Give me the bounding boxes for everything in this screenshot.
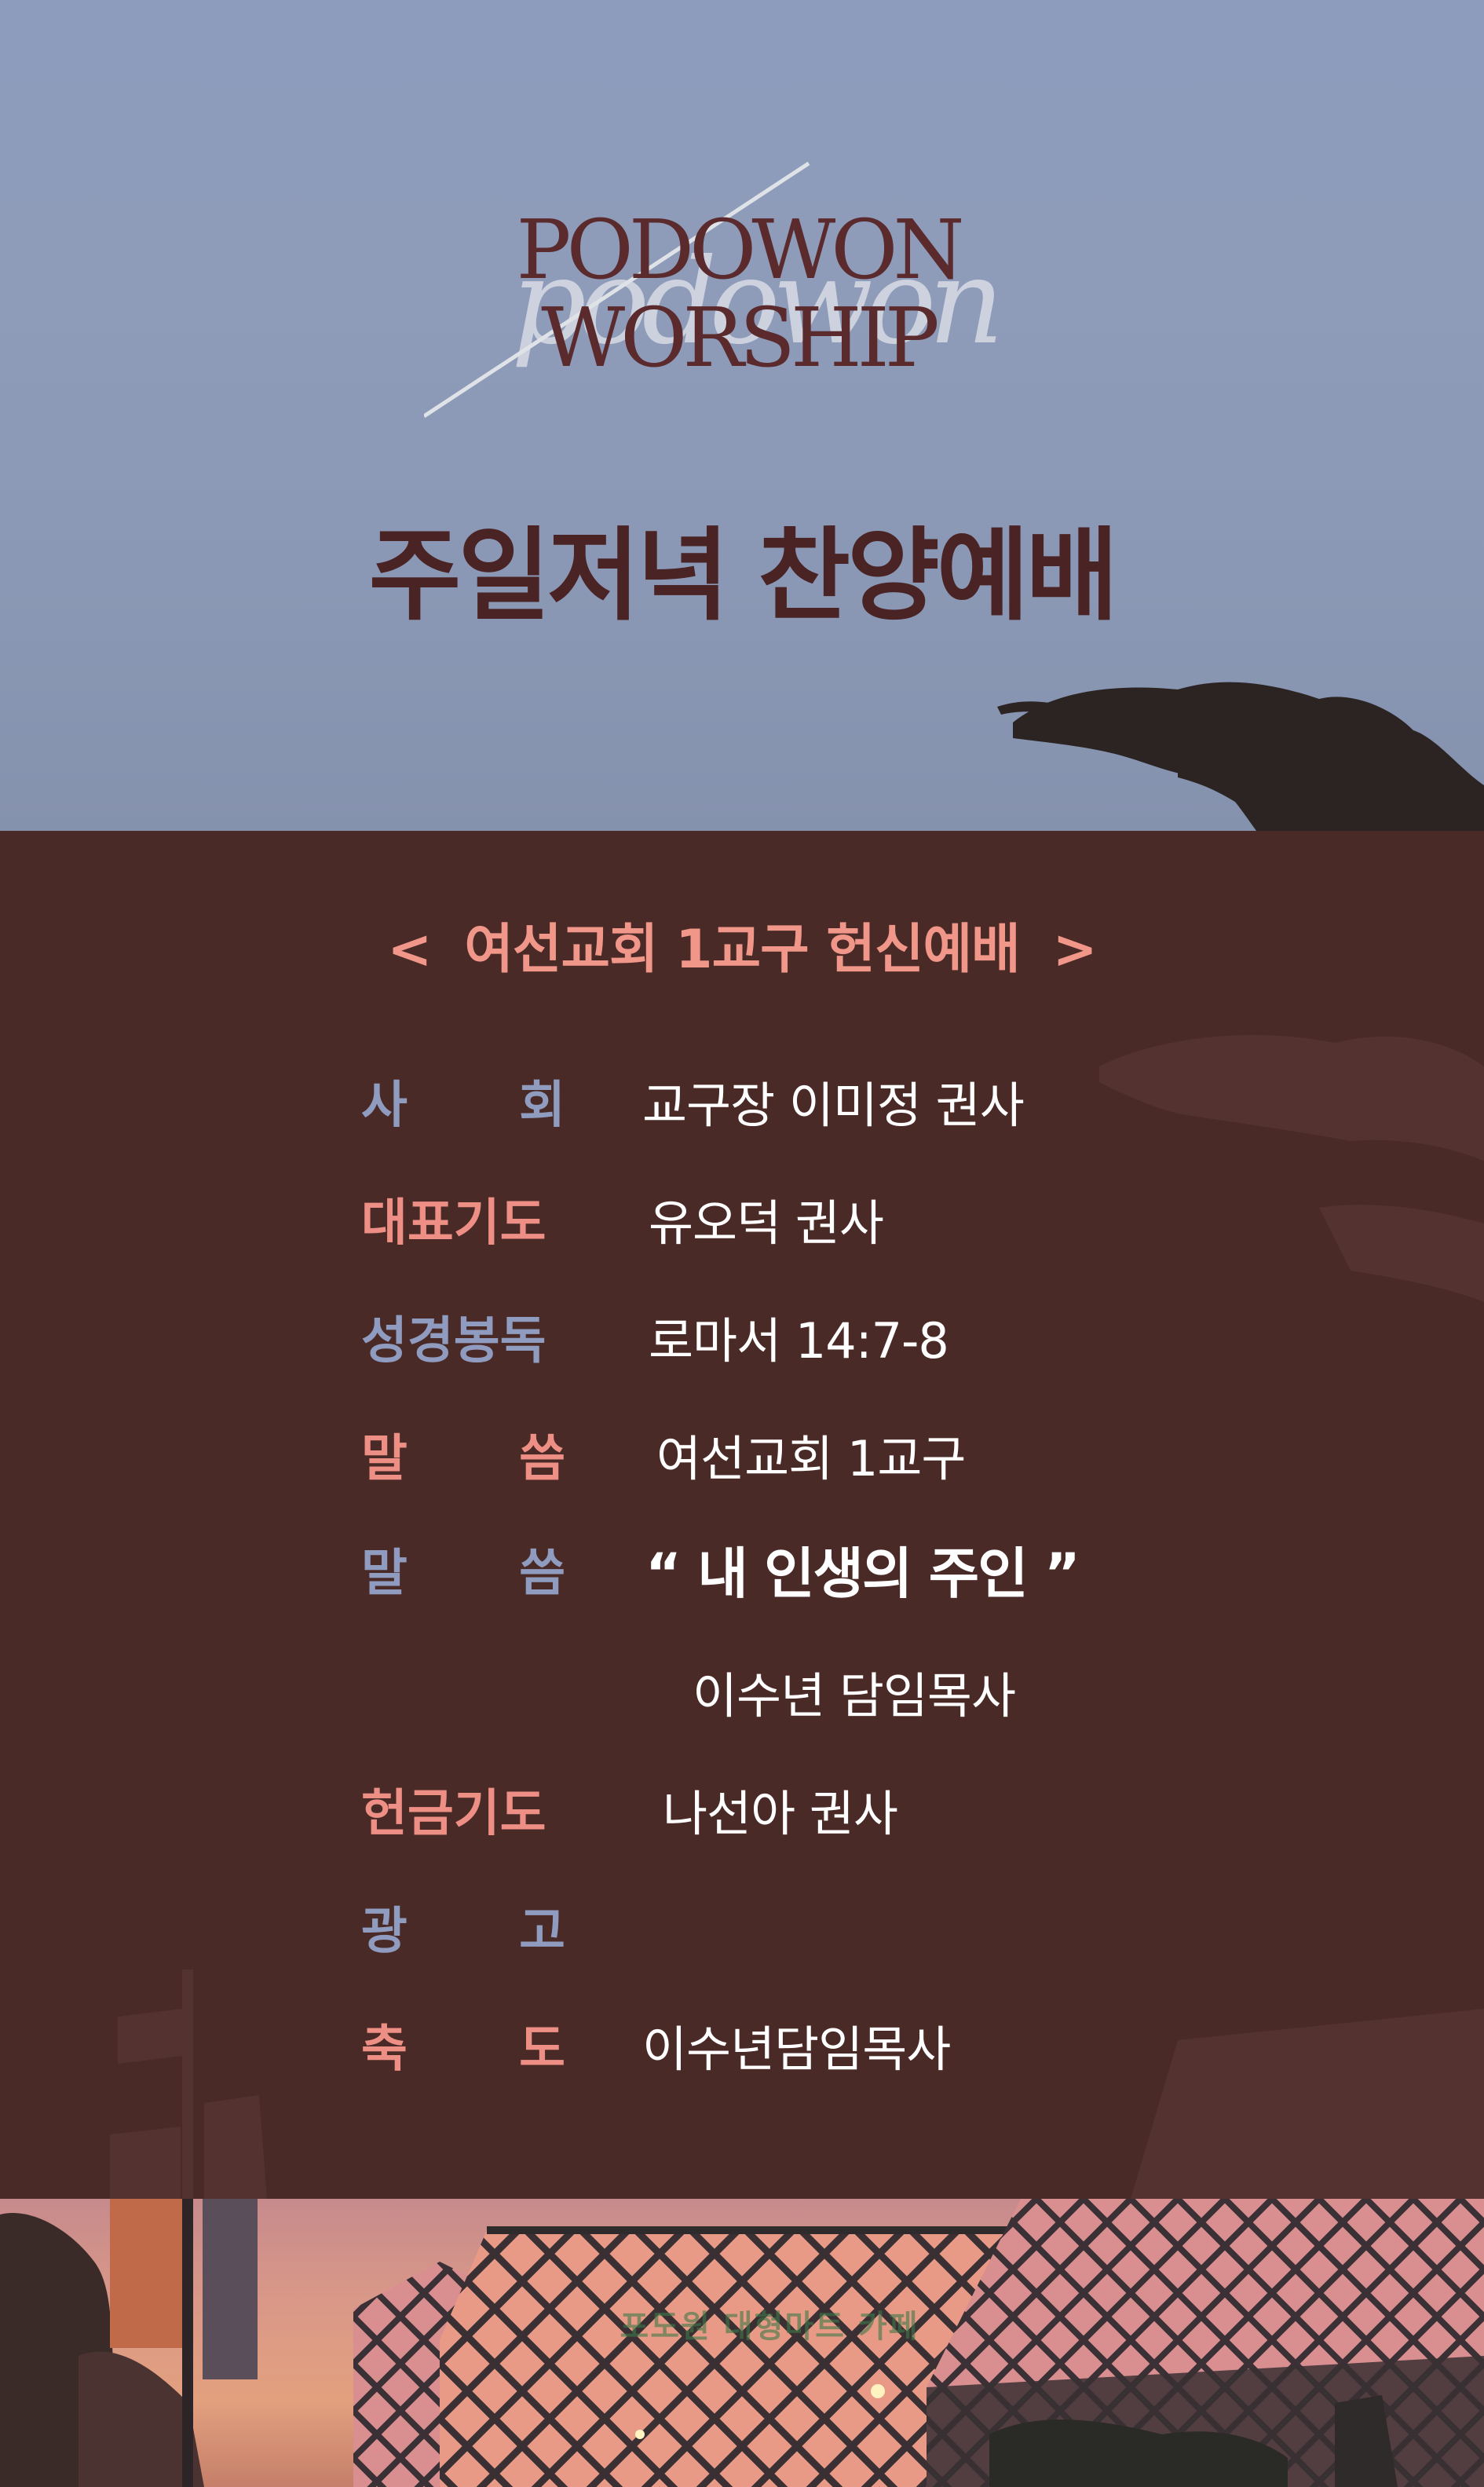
program-row-presider: 사 회 교구장 이미정 권사 xyxy=(0,1074,1484,1161)
value-offering-prayer: 나선아 권사 xyxy=(663,1785,898,1842)
page-title: 주일저녁 찬양예배 xyxy=(368,518,1119,635)
sermon-title: “ 내 인생의 주인 ” xyxy=(645,1542,1080,1606)
program-row-preacher: 이수년 담임목사 xyxy=(0,1665,1484,1751)
program-row-message-choir: 말 씀 여선교회 1교구 xyxy=(0,1428,1484,1514)
building-sign: 포도원 대형마트 카페 xyxy=(620,2309,919,2345)
value-benediction: 이수년담임목사 xyxy=(642,2021,951,2078)
program-row-announcements: 광 고 xyxy=(0,1900,1484,1987)
program-row-sermon: 말 씀 “ 내 인생의 주인 ” xyxy=(0,1542,1484,1629)
label-offering-prayer: 헌금기도 xyxy=(361,1785,546,1843)
program-row-scripture: 성경봉독 로마서 14:7-8 xyxy=(0,1310,1484,1396)
church-building-photo: 포도원 대형마트 카페 xyxy=(0,2199,1484,2487)
value-message-1: 여선교회 1교구 xyxy=(656,1430,966,1487)
label-sermon: 말 씀 xyxy=(361,1545,565,1603)
label-benediction: 축 도 xyxy=(361,2021,565,2079)
bracket-right: > xyxy=(1052,919,1098,981)
label-message-1: 말 씀 xyxy=(361,1430,565,1488)
label-announcements: 광 고 xyxy=(361,1903,565,1961)
value-preacher: 이수년 담임목사 xyxy=(693,1667,1016,1724)
program-row-offering-prayer: 헌금기도 나선아 권사 xyxy=(0,1783,1484,1869)
service-title: < 여선교회 1교구 헌신예배 > xyxy=(0,923,1484,977)
pine-tree-shadow xyxy=(110,1035,1484,2199)
podowon-worship-logo: podowon PODOWON WORSHIP xyxy=(424,157,1052,440)
program-row-prayer: 대표기도 유오덕 권사 xyxy=(0,1192,1484,1278)
value-prayer: 유오덕 권사 xyxy=(649,1194,884,1252)
sky-header: podowon PODOWON WORSHIP 주일저녁 찬양예배 xyxy=(0,0,1484,831)
label-prayer: 대표기도 xyxy=(361,1194,546,1253)
program-row-benediction: 축 도 이수년담임목사 xyxy=(0,2018,1484,2105)
value-presider: 교구장 이미정 권사 xyxy=(642,1077,1025,1134)
service-title-text: 여선교회 1교구 헌신예배 xyxy=(464,919,1020,981)
logo-line-podowon: PODOWON xyxy=(516,202,964,298)
bracket-left: < xyxy=(387,919,432,981)
label-scripture: 성경봉독 xyxy=(361,1312,546,1370)
logo-line-worship: WORSHIP xyxy=(541,290,939,386)
label-presider: 사 회 xyxy=(361,1077,565,1135)
worship-program: < 여선교회 1교구 헌신예배 > 사 회 교구장 이미정 권사 대표기도 유오덕 … xyxy=(0,831,1484,2199)
value-scripture: 로마서 14:7-8 xyxy=(649,1312,949,1370)
